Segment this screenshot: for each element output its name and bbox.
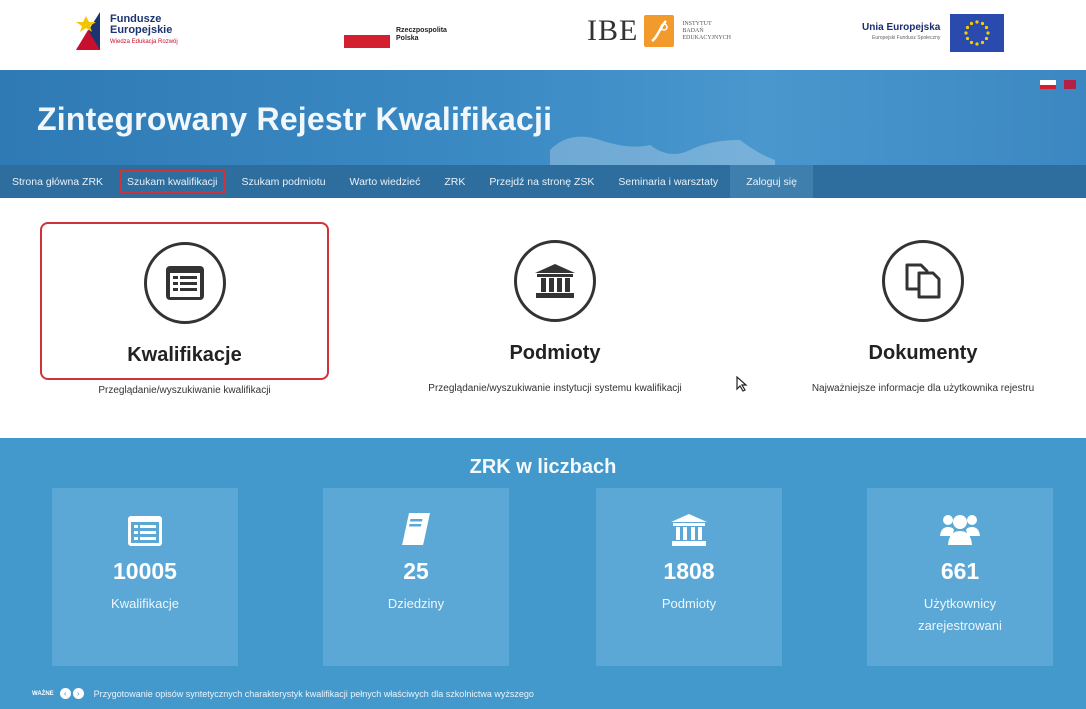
stat-users[interactable]: 661 Użytkownicy zarejestrowani xyxy=(867,488,1053,666)
fe-logo-line3: Wiedza Edukacja Rozwój xyxy=(110,39,178,45)
ibe-letters: IBE xyxy=(587,14,639,47)
list-icon xyxy=(52,488,238,546)
partner-logos-bar: Fundusze Europejskie Wiedza Edukacja Roz… xyxy=(0,0,1086,70)
rp-logo-line2: Polska xyxy=(396,35,419,42)
stat-value: 1808 xyxy=(663,558,715,584)
category-section: Kwalifikacje Przeglądanie/wyszukiwanie k… xyxy=(0,198,1086,438)
nav-seminars[interactable]: Seminaria i warsztaty xyxy=(606,165,730,198)
nav-search-entity[interactable]: Szukam podmiotu xyxy=(230,165,338,198)
world-map-decoration xyxy=(550,136,775,165)
list-icon xyxy=(143,242,226,324)
category-qualifications[interactable]: Kwalifikacje Przeglądanie/wyszukiwanie k… xyxy=(40,222,329,396)
fundusze-europejskie-logo: Fundusze Europejskie Wiedza Edukacja Roz… xyxy=(74,10,178,52)
stats-title: ZRK w liczbach xyxy=(469,456,617,478)
category-documents[interactable]: Dokumenty Najważniejsze informacje dla u… xyxy=(768,240,1078,397)
stat-label: Kwalifikacje xyxy=(111,596,179,611)
institution-icon xyxy=(596,488,782,546)
stat-value: 10005 xyxy=(113,558,177,584)
stats-section: ZRK w liczbach 10005 Kwalifikacje 25 Dzi… xyxy=(0,438,1086,709)
english-flag-icon[interactable] xyxy=(1064,80,1076,89)
stat-entities[interactable]: 1808 Podmioty xyxy=(596,488,782,666)
nav-go-to-zsk[interactable]: Przejdź na stronę ZSK xyxy=(477,165,606,198)
news-text[interactable]: Przygotowanie opisów syntetycznych chara… xyxy=(94,689,534,699)
category-title: Kwalifikacje xyxy=(127,344,242,366)
eu-flag-icon xyxy=(950,14,1005,52)
next-arrow-icon[interactable]: › xyxy=(72,688,84,699)
category-title: Podmioty xyxy=(509,342,601,364)
fe-logo-line2: Europejskie xyxy=(110,24,173,36)
category-title: Dokumenty xyxy=(868,342,978,364)
stat-value: 25 xyxy=(403,558,429,584)
stat-qualifications[interactable]: 10005 Kwalifikacje xyxy=(52,488,238,666)
ue-logo-line1: Unia Europejska xyxy=(862,22,941,33)
nav-worth-knowing[interactable]: Warto wiedzieć xyxy=(338,165,433,198)
stat-fields[interactable]: 25 Dziedziny xyxy=(323,488,509,666)
ibe-mark-icon xyxy=(644,15,675,47)
category-description: Najważniejsze informacje dla użytkownika… xyxy=(811,383,1035,394)
users-icon xyxy=(867,488,1053,546)
stat-label: Dziedziny xyxy=(387,596,445,611)
book-icon xyxy=(323,488,509,546)
ibe-logo: IBE INSTYTUT BADAŃ EDUKACYJNYCH xyxy=(587,14,772,48)
ue-logo-line2: Europejski Fundusz Społeczny xyxy=(871,35,941,41)
stat-label: Podmioty xyxy=(661,596,717,611)
nav-home[interactable]: Strona główna ZRK xyxy=(0,165,115,198)
nav-login[interactable]: Zaloguj się xyxy=(730,165,813,198)
news-nav: ‹ › xyxy=(59,688,84,699)
unia-europejska-logo: Unia Europejska Europejski Fundusz Społe… xyxy=(862,14,1005,52)
news-ticker: WAŻNE ‹ › Przygotowanie opisów syntetycz… xyxy=(0,678,1086,709)
mouse-cursor-icon xyxy=(736,376,748,392)
ibe-sub-line3: EDUKACYJNYCH xyxy=(682,34,731,41)
site-title: Zintegrowany Rejestr Kwalifikacji xyxy=(37,101,553,137)
polish-flag-icon[interactable] xyxy=(1040,80,1056,89)
ibe-sub-line1: INSTYTUT xyxy=(682,20,712,27)
stat-value: 661 xyxy=(940,558,980,584)
language-switcher xyxy=(1040,80,1076,89)
category-entities[interactable]: Podmioty Przeglądanie/wyszukiwanie insty… xyxy=(405,240,705,397)
documents-icon xyxy=(882,240,964,322)
rzeczpospolita-logo: Rzeczpospolita Polska xyxy=(344,22,456,48)
category-description: Przeglądanie/wyszukiwanie instytucji sys… xyxy=(428,383,682,394)
news-badge: WAŻNE xyxy=(32,690,54,697)
poland-flag-icon xyxy=(344,22,390,48)
stat-label: Użytkownicy zarejestrowani xyxy=(918,596,1002,633)
site-banner: Zintegrowany Rejestr Kwalifikacji xyxy=(0,70,1086,165)
nav-search-qualifications[interactable]: Szukam kwalifikacji xyxy=(115,165,229,198)
ibe-sub-line2: BADAŃ xyxy=(682,27,704,34)
main-nav: Strona główna ZRK Szukam kwalifikacji Sz… xyxy=(0,165,1086,198)
institution-icon xyxy=(514,240,596,322)
rp-logo-line1: Rzeczpospolita xyxy=(396,27,447,34)
nav-zrk[interactable]: ZRK xyxy=(432,165,477,198)
prev-arrow-icon[interactable]: ‹ xyxy=(59,688,71,699)
fundusze-star-icon xyxy=(74,10,102,52)
category-description: Przeglądanie/wyszukiwanie kwalifikacji xyxy=(98,385,271,396)
